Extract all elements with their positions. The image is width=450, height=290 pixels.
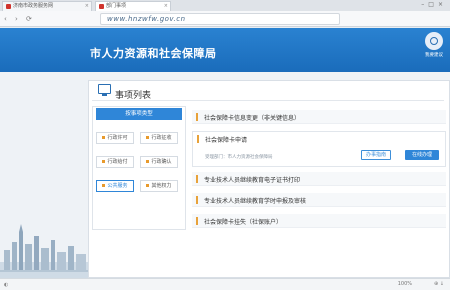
dot-icon <box>146 184 150 187</box>
bullet-icon <box>196 196 198 204</box>
item-label: 社会保障卡挂失（社保账户） <box>204 219 283 226</box>
category-qitaquanli[interactable]: 其他权力 <box>140 180 178 192</box>
list-item[interactable]: 专业技术人员继续教育电子证书打印 <box>192 172 446 186</box>
category-label: 行政许可 <box>107 135 128 141</box>
list-item[interactable]: 社会保障卡信息变更（非关键信息） <box>192 110 446 124</box>
feedback-label: 我要建议 <box>425 53 443 58</box>
category-gonggongfuwu[interactable]: 公共服务 <box>96 180 134 192</box>
nav-buttons-icon[interactable]: ‹ › ⟳ <box>4 15 35 23</box>
category-label: 行政给付 <box>107 159 128 165</box>
item-label: 专业技术人员继续教育学时申报及审核 <box>204 198 307 205</box>
category-label: 其他权力 <box>151 183 172 189</box>
list-item[interactable]: 专业技术人员继续教育学时申报及审核 <box>192 193 446 207</box>
dot-icon <box>102 136 106 139</box>
url-text: www.hnzwfw.gov.cn <box>107 15 186 23</box>
browser-tab-1[interactable]: 济南市政务服务网 × <box>2 1 92 11</box>
guide-button[interactable]: 办事指南 <box>361 150 391 160</box>
tab-1-label: 济南市政务服务网 <box>13 3 54 9</box>
search-icon <box>425 32 443 50</box>
item-label: 社会保障卡信息变更（非关键信息） <box>204 115 301 122</box>
item-department: 受理部门：市人力资源社会保障局 <box>205 155 273 160</box>
category-label: 行政征收 <box>151 135 172 141</box>
status-icon: ◐ <box>4 282 9 288</box>
dot-icon <box>102 160 106 163</box>
category-xingzhengxuke[interactable]: 行政许可 <box>96 132 134 144</box>
item-label: 专业技术人员继续教育电子证书打印 <box>204 177 301 184</box>
status-bar: ◐ 100% ⊕ ↓ <box>0 278 450 290</box>
category-xingzhengqueren[interactable]: 行政确认 <box>140 156 178 168</box>
favicon-icon <box>6 4 11 9</box>
monitor-icon <box>98 84 111 96</box>
close-icon[interactable]: × <box>85 2 89 11</box>
dot-icon <box>146 136 150 139</box>
favicon-icon <box>99 4 104 9</box>
category-box <box>92 106 186 230</box>
item-label: 社会保障卡申请 <box>205 137 248 144</box>
window-controls[interactable]: –□× <box>421 1 447 8</box>
list-item-expanded[interactable]: 社会保障卡申请 受理部门：市人力资源社会保障局 办事指南 在线办理 <box>192 131 446 167</box>
address-bar: ‹ › ⟳ www.hnzwfw.gov.cn <box>0 11 450 27</box>
close-icon[interactable]: × <box>164 2 168 11</box>
browser-tab-bar: 济南市政务服务网 × 部门事项 × –□× <box>0 0 450 11</box>
dot-icon <box>146 160 150 163</box>
bullet-icon <box>196 217 198 225</box>
status-tools-icon[interactable]: ⊕ ↓ <box>434 281 444 287</box>
banner-background <box>0 28 450 72</box>
city-skyline-icon <box>0 224 90 282</box>
url-field[interactable]: www.hnzwfw.gov.cn <box>100 13 340 25</box>
category-header[interactable]: 按事项类型 <box>96 108 182 120</box>
category-xingzhenggeifu[interactable]: 行政给付 <box>96 156 134 168</box>
bullet-icon <box>196 113 198 121</box>
category-xingzhengzhengshou[interactable]: 行政征收 <box>140 132 178 144</box>
category-label: 公共服务 <box>107 183 128 189</box>
header-banner: 市人力资源和社会保障局 <box>0 28 450 72</box>
apply-online-button[interactable]: 在线办理 <box>405 150 439 160</box>
tab-2-label: 部门事项 <box>106 3 127 9</box>
browser-tab-2[interactable]: 部门事项 × <box>95 1 171 11</box>
category-label: 行政确认 <box>151 159 172 165</box>
dot-icon <box>102 184 106 187</box>
bullet-icon <box>196 175 198 183</box>
bullet-icon <box>197 135 199 143</box>
divider <box>92 100 444 101</box>
page-title: 市人力资源和社会保障局 <box>90 47 217 60</box>
zoom-level[interactable]: 100% <box>398 281 412 287</box>
feedback-button[interactable]: 我要建议 <box>420 30 448 70</box>
list-item[interactable]: 社会保障卡挂失（社保账户） <box>192 214 446 228</box>
